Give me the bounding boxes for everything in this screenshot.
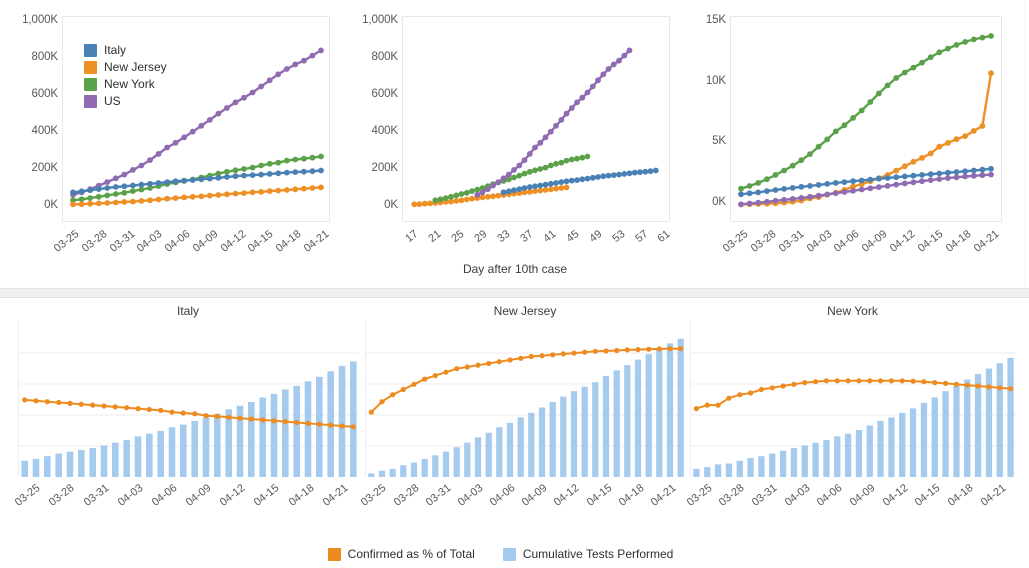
legend-item-us[interactable]: US	[84, 93, 167, 109]
x-tick-label: 04-03	[115, 482, 146, 509]
x-tick-label: 04-06	[815, 482, 845, 509]
facet-new-jersey-x-axis-labels: 03-25 03-28 03-31 04-03 04-06 04-09 04-12 04-15…	[359, 480, 685, 530]
legend-label-italy: Italy	[104, 43, 127, 57]
facet-plot-new-jersey	[365, 322, 686, 477]
y-tick-label: 600K	[31, 88, 59, 100]
x-tick-label: 04-03	[455, 482, 486, 509]
x-tick-label: 04-15	[913, 482, 943, 509]
facet-plot-new-york	[690, 322, 1016, 477]
y-tick-label: 15K	[705, 14, 726, 26]
legend-item-italy[interactable]: Italy	[84, 42, 167, 58]
x-tick-label: 03-28	[717, 482, 747, 509]
y-tick-label: 5K	[712, 135, 726, 148]
legend-label-new-jersey: New Jersey	[104, 60, 167, 74]
legend-swatch-cumulative-tests	[502, 547, 516, 561]
legend-swatch-new-york	[84, 77, 97, 91]
x-tick-label: 04-09	[520, 482, 550, 509]
x-tick-label: 03-28	[47, 482, 77, 509]
bottom-facet-row: Italy 03-25 03-28 03-31 04-03 04-06 04-09 04-1…	[0, 300, 1029, 568]
y-tick-label: 400K	[371, 125, 399, 137]
legend-item-cumulative-tests[interactable]: Cumulative Tests Performed	[502, 546, 674, 562]
chart-panel-cumulative-deaths-by-date: 15K 10K 5K 0K 03-25 03-28 03-31 04-03 04-06 04-0…	[685, 0, 1029, 288]
facet-title-italy: Italy	[176, 304, 199, 318]
x-tick-label: 04-06	[149, 482, 180, 509]
x-tick-label: 04-12	[880, 482, 910, 509]
legend-item-new-jersey[interactable]: New Jersey	[84, 59, 167, 75]
x-tick-label: 04-18	[945, 482, 976, 509]
y-tick-label: 800K	[371, 51, 399, 63]
legend-swatch-us	[84, 94, 97, 108]
facet-new-york-x-axis-labels: 03-25 03-28 03-31 04-03 04-06 04-09 04-12 04-15…	[684, 480, 1015, 530]
covid-dashboard: 1,000K 800K 600K 400K 200K 0K Italy New Jerse…	[0, 0, 1029, 568]
chart-panel-cumulative-confirmed-by-day-after-10th-case: 1,000K 800K 600K 400K 200K 0K 17 21 25 29 33 37 41 4…	[345, 0, 685, 288]
chart3-x-axis-labels: 03-25 03-28 03-31 04-03 04-06 04-09 04-12 04-15…	[721, 226, 1002, 276]
legend-label-us: US	[104, 94, 121, 108]
x-tick-label: 04-18	[286, 482, 317, 509]
x-tick-label: 03-28	[391, 482, 421, 509]
y-tick-label: 0K	[712, 196, 726, 208]
panel-right-edge-clip	[1025, 0, 1029, 288]
chart2-x-axis-title: Day after 10th case	[462, 262, 568, 276]
x-tick-label: 04-21	[978, 482, 1008, 509]
y-tick-label: 200K	[31, 162, 59, 174]
chart2-y-axis-labels: 1,000K 800K 600K 400K 200K 0K	[345, 14, 399, 218]
chart3-plot-area	[730, 16, 1002, 222]
x-tick-label: 04-12	[218, 482, 248, 509]
x-tick-label: 04-03	[782, 482, 812, 509]
x-tick-label: 04-09	[847, 482, 878, 509]
legend-label-new-york: New York	[104, 77, 155, 91]
facet-title-new-jersey: New Jersey	[493, 304, 557, 318]
chart2-plot-area	[402, 16, 670, 222]
x-tick-label: 04-21	[320, 482, 351, 509]
y-tick-label: 1,000K	[362, 14, 398, 26]
y-tick-label: 0K	[44, 199, 58, 211]
x-tick-label: 04-15	[584, 482, 614, 509]
x-tick-label: 04-15	[252, 482, 282, 509]
x-tick-label: 04-18	[616, 482, 647, 509]
chart-panel-cumulative-confirmed-by-date: 1,000K 800K 600K 400K 200K 0K Italy New Jerse…	[0, 0, 345, 288]
legend-label-cumulative-tests: Cumulative Tests Performed	[522, 547, 674, 561]
x-tick-label: 04-21	[648, 482, 679, 509]
x-tick-label: 04-12	[552, 482, 582, 509]
legend-swatch-confirmed-pct	[327, 547, 341, 561]
bottom-legend: Confirmed as % of Total Cumulative Tests…	[0, 546, 1029, 562]
chart3-y-axis-labels: 15K 10K 5K 0K	[685, 14, 726, 218]
y-tick-label: 0K	[384, 199, 398, 211]
y-tick-label: 600K	[371, 88, 399, 100]
facet-italy: Italy 03-25 03-28 03-31 04-03 04-06 04-09 04-1…	[13, 300, 359, 530]
y-tick-label: 1,000K	[22, 14, 58, 26]
x-tick-label: 04-09	[183, 482, 214, 509]
y-tick-label: 10K	[705, 74, 726, 87]
chart2-x-axis-labels: 17 21 25 29 33 37 41 45 49 53 57 61	[402, 226, 673, 266]
x-tick-label: 03-31	[749, 482, 780, 509]
y-tick-label: 400K	[31, 125, 59, 137]
legend-swatch-new-jersey	[84, 60, 97, 74]
facet-title-new-york: New York	[827, 304, 878, 318]
x-tick-label: 03-31	[423, 482, 454, 509]
facet-plot-italy	[18, 322, 359, 477]
legend-label-confirmed-pct: Confirmed as % of Total	[347, 547, 475, 561]
facet-new-jersey: New Jersey 03-25 03-28 03-31 04-03 04-06 04-0…	[359, 300, 686, 530]
x-tick-label: 03-25	[13, 482, 43, 509]
top-charts-row: 1,000K 800K 600K 400K 200K 0K Italy New Jerse…	[0, 0, 1029, 288]
panel-divider	[0, 288, 1029, 298]
x-tick-label: 04-06	[487, 482, 518, 509]
y-tick-label: 200K	[371, 162, 399, 174]
legend-item-confirmed-pct[interactable]: Confirmed as % of Total	[327, 546, 475, 562]
x-tick-label: 03-31	[81, 482, 112, 509]
legend-swatch-italy	[84, 43, 97, 57]
y-tick-label: 800K	[31, 51, 59, 63]
chart1-legend: Italy New Jersey New York US	[84, 42, 167, 110]
facet-new-york: New York 03-25 03-28 03-31 04-03 04-06 04-09 0…	[684, 300, 1016, 530]
chart1-x-axis-labels: 03-25 03-28 03-31 04-03 04-06 04-09 04-12 04-15…	[52, 226, 331, 276]
chart1-y-axis-labels: 1,000K 800K 600K 400K 200K 0K	[0, 14, 59, 218]
facet-italy-x-axis-labels: 03-25 03-28 03-31 04-03 04-06 04-09 04-12 04-15…	[13, 480, 358, 530]
legend-item-new-york[interactable]: New York	[84, 76, 167, 92]
